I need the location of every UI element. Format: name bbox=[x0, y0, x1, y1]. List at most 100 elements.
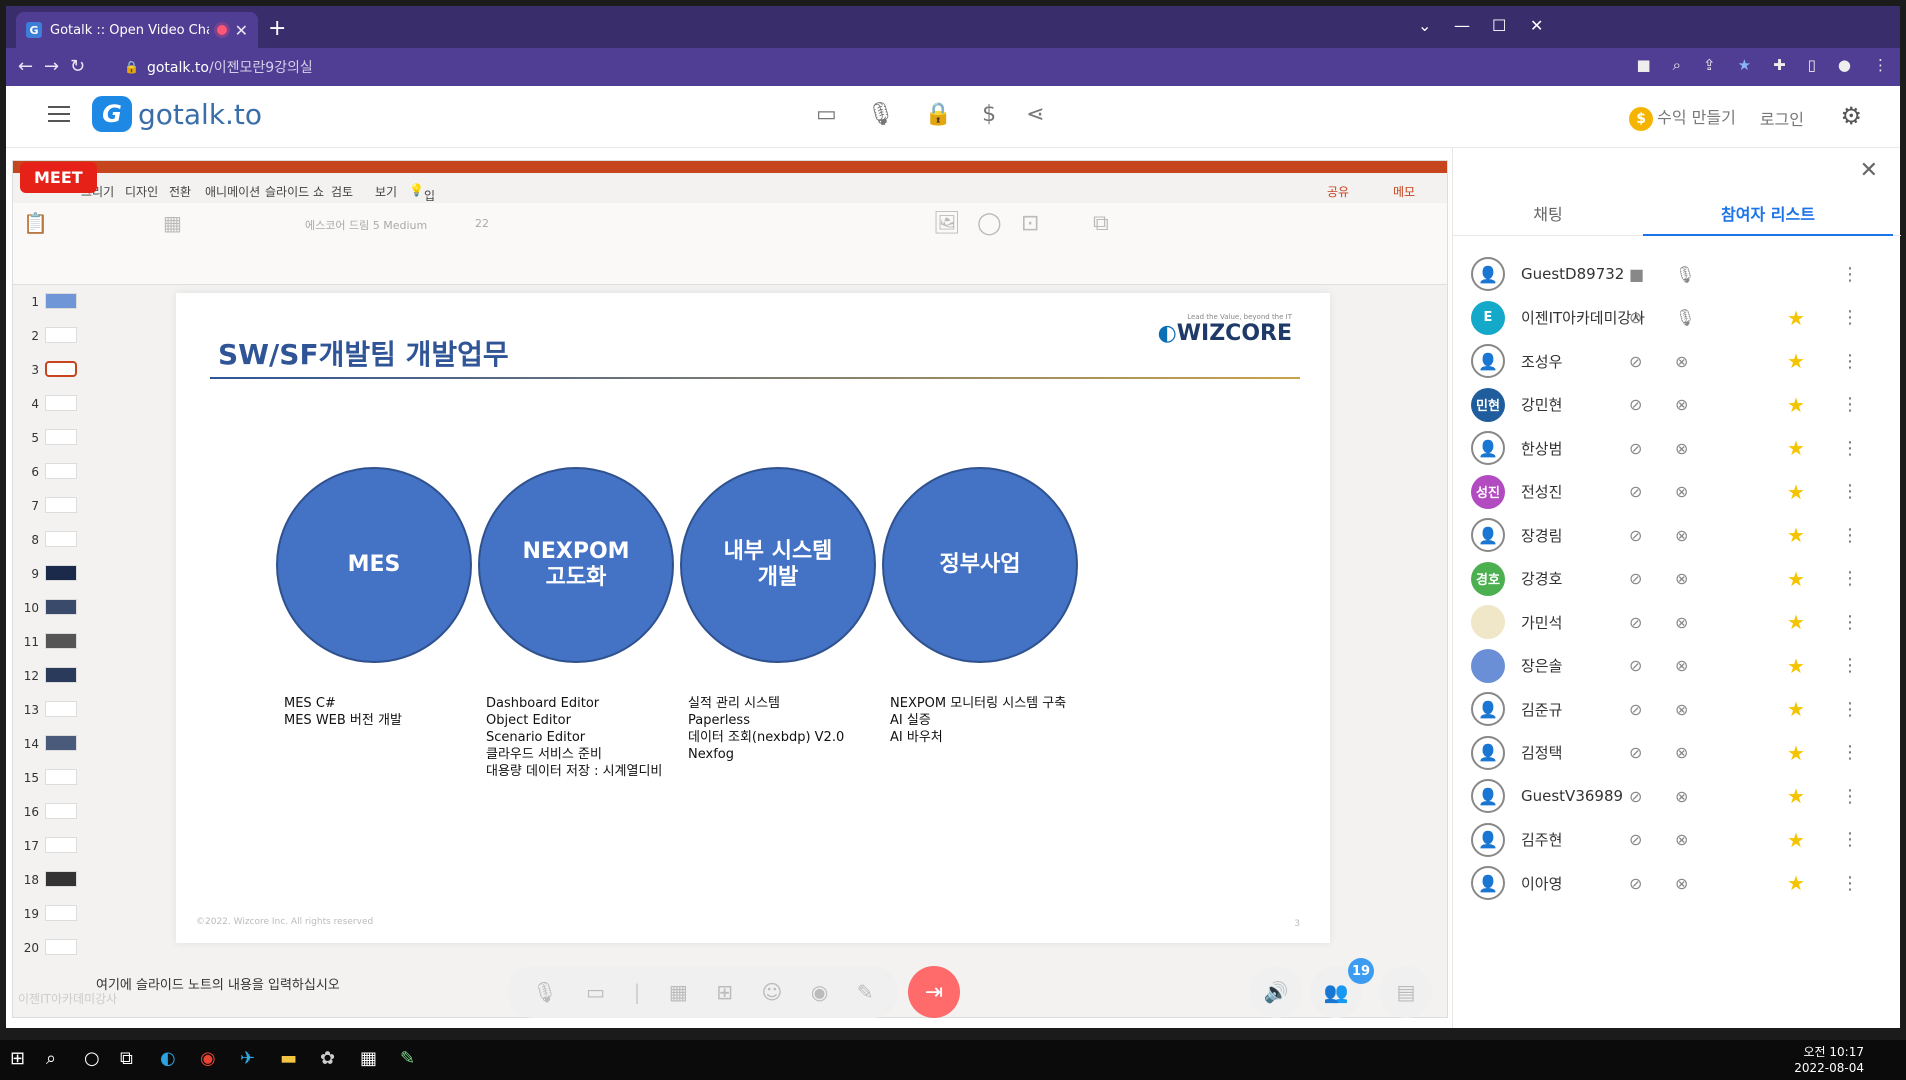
earn-button[interactable]: $ 수익 만들기 bbox=[1629, 104, 1736, 131]
paint-icon[interactable]: ✿ bbox=[320, 1048, 335, 1069]
mic-toggle-icon[interactable]: 🎙 bbox=[532, 980, 557, 1004]
login-button[interactable]: 로그인 bbox=[1760, 106, 1804, 130]
favorite-star-icon[interactable]: ★ bbox=[1787, 697, 1805, 721]
app-bird-icon[interactable]: ✈ bbox=[240, 1048, 255, 1069]
profile-icon[interactable]: ● bbox=[1838, 56, 1851, 74]
slide-thumbnail[interactable]: 17 bbox=[17, 833, 83, 863]
mic-off-icon[interactable]: ⊗ bbox=[1675, 613, 1688, 632]
emoji-icon[interactable]: ☺ bbox=[762, 980, 783, 1004]
edge-icon[interactable]: ◐ bbox=[160, 1048, 176, 1069]
participant-menu-icon[interactable]: ⋮ bbox=[1841, 612, 1859, 633]
video-off-icon[interactable]: ⊘ bbox=[1629, 874, 1642, 893]
leave-room-icon[interactable]: ⇥ bbox=[908, 966, 960, 1018]
video-off-icon[interactable]: ⊘ bbox=[1629, 439, 1642, 458]
ribbon-tab[interactable]: 전환 bbox=[169, 183, 191, 200]
slide-thumbnail[interactable]: 15 bbox=[17, 765, 83, 795]
maximize-icon[interactable]: ☐ bbox=[1492, 16, 1506, 35]
favorite-star-icon[interactable]: ★ bbox=[1787, 741, 1805, 765]
participant-menu-icon[interactable]: ⋮ bbox=[1841, 394, 1859, 415]
favorite-star-icon[interactable]: ★ bbox=[1787, 523, 1805, 547]
slide-thumbnail[interactable]: 2 bbox=[17, 323, 83, 353]
mic-off-icon[interactable]: ⊗ bbox=[1675, 482, 1688, 501]
calculator-icon[interactable]: ▦ bbox=[360, 1048, 377, 1069]
slide-thumbnail[interactable]: 18 bbox=[17, 867, 83, 897]
participant-row[interactable]: 👤 이아영 ⊘ ⊗ ★ ⋮ bbox=[1453, 857, 1901, 909]
camera-toggle-icon[interactable]: ▭ bbox=[586, 980, 605, 1004]
video-off-icon[interactable]: ⊘ bbox=[1629, 743, 1642, 762]
favorite-star-icon[interactable]: ★ bbox=[1787, 784, 1805, 808]
participant-menu-icon[interactable]: ⋮ bbox=[1841, 525, 1859, 546]
video-off-icon[interactable]: ⊘ bbox=[1629, 482, 1642, 501]
memo-button[interactable]: 메모 bbox=[1393, 183, 1415, 200]
participant-menu-icon[interactable]: ⋮ bbox=[1841, 264, 1859, 285]
slide-thumbnail[interactable]: 12 bbox=[17, 663, 83, 693]
arrange-icon[interactable]: ⧉ bbox=[1093, 211, 1109, 236]
record-icon[interactable]: ◉ bbox=[811, 980, 828, 1004]
font-name-select[interactable]: 에스코어 드림 5 Medium bbox=[305, 217, 427, 233]
video-off-icon[interactable]: ⊘ bbox=[1629, 569, 1642, 588]
slide-thumbnail[interactable]: 5 bbox=[17, 425, 83, 455]
slide-thumbnail[interactable]: 20 bbox=[17, 935, 83, 965]
participant-menu-icon[interactable]: ⋮ bbox=[1841, 481, 1859, 502]
slide-thumbnail[interactable]: 11 bbox=[17, 629, 83, 659]
close-window-icon[interactable]: ✕ bbox=[1530, 16, 1543, 35]
task-view-icon[interactable]: ⧉ bbox=[120, 1048, 133, 1069]
file-explorer-icon[interactable]: ▬ bbox=[280, 1048, 297, 1069]
tab-participants[interactable]: 참여자 리스트 bbox=[1643, 194, 1893, 236]
slide-thumbnail[interactable]: 16 bbox=[17, 799, 83, 829]
slide-thumbnail[interactable]: 10 bbox=[17, 595, 83, 625]
url-input[interactable]: 🔒 gotalk.to/이젠모란9강의실 bbox=[124, 52, 1624, 82]
ribbon-tab[interactable]: 디자인 bbox=[125, 183, 158, 200]
mic-off-icon[interactable]: ⊗ bbox=[1675, 830, 1688, 849]
mic-on-icon[interactable]: 🎙 bbox=[1675, 265, 1695, 284]
new-slide-icon[interactable]: ▦ bbox=[163, 211, 182, 235]
video-off-icon[interactable]: ⊘ bbox=[1629, 787, 1642, 806]
slide-thumbnail[interactable]: 1 bbox=[17, 289, 83, 319]
mic-off-icon[interactable]: ⊗ bbox=[1675, 526, 1688, 545]
screen-share-icon[interactable]: ▭ bbox=[816, 102, 837, 127]
slide-thumbnail[interactable]: 9 bbox=[17, 561, 83, 591]
lock-room-icon[interactable]: 🔒 bbox=[925, 102, 952, 127]
favorite-star-icon[interactable]: ★ bbox=[1787, 480, 1805, 504]
slide-thumbnail[interactable]: 14 bbox=[17, 731, 83, 761]
textbox-icon[interactable]: ⊡ bbox=[1021, 211, 1039, 236]
tell-me-input[interactable]: 💡 입력하세요 bbox=[409, 183, 435, 271]
cortana-icon[interactable]: ○ bbox=[84, 1048, 100, 1069]
new-tab-icon[interactable]: + bbox=[268, 18, 286, 40]
draw-pen-icon[interactable]: ✎ bbox=[857, 980, 874, 1004]
video-off-icon[interactable]: ⊘ bbox=[1629, 613, 1642, 632]
microphone-icon[interactable]: 🎙 bbox=[867, 102, 895, 127]
participant-menu-icon[interactable]: ⋮ bbox=[1841, 351, 1859, 372]
share-link-icon[interactable]: ⋖ bbox=[1026, 102, 1044, 127]
chat-bubble-icon[interactable]: ▤ bbox=[1380, 966, 1432, 1018]
settings-gear-icon[interactable]: ⚙ bbox=[1840, 102, 1862, 130]
bookmark-star-icon[interactable]: ★ bbox=[1738, 56, 1751, 74]
speaker-volume-icon[interactable]: 🔊 bbox=[1250, 966, 1302, 1018]
minimize-icon[interactable]: — bbox=[1454, 16, 1470, 35]
font-size-select[interactable]: 22 bbox=[475, 217, 489, 230]
mic-on-icon[interactable]: 🎙 bbox=[1675, 308, 1695, 327]
favorite-star-icon[interactable]: ★ bbox=[1787, 871, 1805, 895]
hamburger-menu-icon[interactable] bbox=[48, 106, 70, 122]
favorite-star-icon[interactable]: ★ bbox=[1787, 567, 1805, 591]
chrome-icon[interactable]: ◉ bbox=[200, 1048, 216, 1069]
mic-off-icon[interactable]: ⊗ bbox=[1675, 395, 1688, 414]
ribbon-tab[interactable]: 보기 bbox=[375, 183, 397, 200]
shapes-icon[interactable]: ◯ bbox=[977, 211, 1002, 236]
video-off-icon[interactable]: ⊘ bbox=[1629, 526, 1642, 545]
tab-close-icon[interactable]: ✕ bbox=[235, 21, 248, 40]
participant-menu-icon[interactable]: ⋮ bbox=[1841, 655, 1859, 676]
side-panel-icon[interactable]: ▯ bbox=[1808, 56, 1816, 74]
slide-thumbnail[interactable]: 19 bbox=[17, 901, 83, 931]
ribbon-tab[interactable]: 슬라이드 쇼 bbox=[265, 183, 324, 200]
mic-off-icon[interactable]: ⊗ bbox=[1675, 352, 1688, 371]
participant-menu-icon[interactable]: ⋮ bbox=[1841, 786, 1859, 807]
participant-menu-icon[interactable]: ⋮ bbox=[1841, 742, 1859, 763]
favorite-star-icon[interactable]: ★ bbox=[1787, 349, 1805, 373]
video-off-icon[interactable]: ⊘ bbox=[1629, 352, 1642, 371]
slide-thumbnail[interactable]: 4 bbox=[17, 391, 83, 421]
participant-menu-icon[interactable]: ⋮ bbox=[1841, 699, 1859, 720]
slide-thumbnail[interactable]: 6 bbox=[17, 459, 83, 489]
browser-tab[interactable]: G Gotalk :: Open Video Chat ✕ bbox=[16, 12, 258, 48]
mic-off-icon[interactable]: ⊗ bbox=[1675, 787, 1688, 806]
